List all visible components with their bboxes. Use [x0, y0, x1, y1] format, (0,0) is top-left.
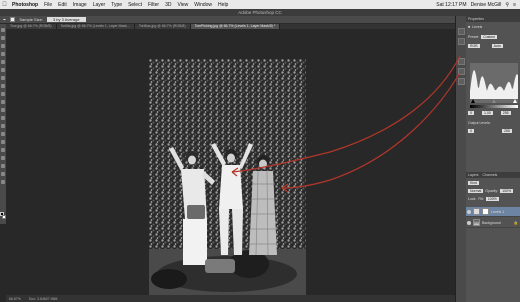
opacity-field[interactable]: 100% — [500, 189, 514, 193]
hand-tool-icon[interactable] — [1, 172, 5, 176]
menu-filter[interactable]: Filter — [145, 2, 162, 8]
output-min-field[interactable]: 0 — [468, 129, 474, 133]
levels-adjustment-thumb — [473, 208, 480, 215]
options-bar: ✒ Sample Size: 3 by 3 Average — [0, 16, 455, 24]
eye-icon[interactable] — [467, 220, 471, 225]
menu-window[interactable]: Window — [191, 2, 215, 8]
levels-histogram — [470, 63, 518, 103]
tab-channels[interactable]: Channels — [483, 172, 498, 178]
properties-subtitle: Levels — [472, 25, 483, 29]
panel-icon-strip — [455, 16, 466, 302]
layers-panel-header: Layers Channels — [466, 172, 520, 178]
window-title: Adobe Photoshop CC — [0, 9, 520, 16]
preset-label: Preset: — [468, 35, 480, 39]
eyedropper-tool-icon[interactable]: ✒ — [3, 17, 6, 22]
menu-file[interactable]: File — [41, 2, 55, 8]
menu-help[interactable]: Help — [215, 2, 231, 8]
layer-row-levels[interactable]: Levels 1 — [466, 207, 520, 217]
zoom-tool-icon[interactable] — [1, 180, 5, 184]
auto-button[interactable]: Auto — [491, 44, 503, 48]
channel-select[interactable]: RGB — [468, 44, 480, 48]
gray-point-eyedropper-icon[interactable] — [458, 68, 465, 75]
background-layer-thumb — [473, 219, 480, 226]
menu-bar:  Photoshop File Edit Image Layer Type S… — [0, 0, 520, 9]
lasso-tool-icon[interactable] — [1, 44, 5, 48]
eye-icon[interactable] — [467, 209, 471, 214]
history-panel-icon[interactable] — [458, 28, 465, 35]
doc-size: Doc: 3.64M/7.96M — [28, 296, 58, 301]
clock[interactable]: Sat 12:17 PM — [436, 2, 466, 8]
menu-list-icon[interactable]: ≡ — [513, 2, 516, 8]
blur-tool-icon[interactable] — [1, 124, 5, 128]
levels-adjustment-icon: ■ — [468, 25, 471, 29]
fill-label: Fill: — [478, 197, 484, 201]
sample-size-label: Sample Size: — [19, 17, 43, 22]
lock-icon: 🔒 — [513, 220, 518, 225]
blend-mode-select[interactable]: Normal — [468, 189, 484, 193]
menu-layer[interactable]: Layer — [90, 2, 109, 8]
menu-type[interactable]: Type — [108, 2, 125, 8]
input-mid-field[interactable]: 1.00 — [481, 111, 493, 115]
white-point-eyedropper-icon[interactable] — [458, 78, 465, 85]
right-panels: Properties ■ Levels Preset: Custom RGB A… — [466, 16, 520, 302]
clone-stamp-tool-icon[interactable] — [1, 92, 5, 96]
output-levels-gradient[interactable] — [470, 105, 518, 108]
properties-tab[interactable]: Properties — [468, 16, 484, 22]
menu-image[interactable]: Image — [70, 2, 90, 8]
shadow-input-slider[interactable] — [471, 99, 475, 103]
dodge-tool-icon[interactable] — [1, 132, 5, 136]
output-levels-label: Output Levels: — [468, 121, 491, 125]
canvas-area[interactable] — [6, 29, 455, 299]
sampler-eyedropper-icon[interactable] — [458, 58, 465, 65]
tool-preset-picker[interactable] — [10, 17, 16, 22]
eraser-tool-icon[interactable] — [1, 108, 5, 112]
layer-name[interactable]: Background — [482, 221, 501, 225]
output-max-field[interactable]: 255 — [501, 129, 512, 133]
menu-select[interactable]: Select — [125, 2, 145, 8]
zoom-level[interactable]: 66.67% — [9, 297, 21, 301]
properties-panel: ■ Levels Preset: Custom RGB Auto 0 1.00 … — [466, 25, 520, 165]
marquee-tool-icon[interactable] — [1, 36, 5, 40]
spotlight-icon[interactable]: ⚲ — [505, 2, 509, 8]
pen-tool-icon[interactable] — [1, 140, 5, 144]
menu-view[interactable]: View — [175, 2, 192, 8]
sample-size-select[interactable]: 3 by 3 Average — [46, 17, 86, 22]
tab-layers[interactable]: Layers — [468, 172, 479, 178]
move-tool-icon[interactable] — [1, 28, 5, 32]
midtone-input-slider[interactable] — [492, 99, 496, 103]
fill-field[interactable]: 100% — [485, 197, 499, 201]
opacity-label: Opacity: — [485, 189, 499, 193]
layer-name[interactable]: Levels 1 — [491, 210, 504, 214]
document-photo[interactable] — [149, 59, 306, 299]
user-name[interactable]: Denise McGill — [471, 2, 502, 8]
healing-brush-tool-icon[interactable] — [1, 76, 5, 80]
lock-label: Lock: — [468, 197, 477, 201]
layers-panel: Layers Channels Kind Normal Opacity: 100… — [466, 172, 520, 302]
preset-select[interactable]: Custom — [481, 35, 498, 39]
menu-3d[interactable]: 3D — [162, 2, 174, 8]
history-brush-tool-icon[interactable] — [1, 100, 5, 104]
brush-tool-icon[interactable] — [1, 84, 5, 88]
layer-filter-kind[interactable]: Kind — [468, 181, 480, 185]
input-highlight-field[interactable]: 255 — [500, 111, 511, 115]
crop-tool-icon[interactable] — [1, 60, 5, 64]
path-selection-tool-icon[interactable] — [1, 156, 5, 160]
layer-mask-thumb[interactable] — [482, 208, 489, 215]
menu-edit[interactable]: Edit — [55, 2, 70, 8]
shape-tool-icon[interactable] — [1, 164, 5, 168]
gradient-tool-icon[interactable] — [1, 116, 5, 120]
menu-app-name[interactable]: Photoshop — [9, 2, 41, 8]
type-tool-icon[interactable] — [1, 148, 5, 152]
actions-panel-icon[interactable] — [458, 38, 465, 45]
properties-header: Properties — [466, 16, 520, 22]
quick-select-tool-icon[interactable] — [1, 52, 5, 56]
status-bar: 66.67% Doc: 3.64M/7.96M — [6, 295, 455, 302]
highlight-input-slider[interactable] — [513, 99, 517, 103]
eyedropper-tool-icon[interactable] — [1, 68, 5, 72]
input-shadow-field[interactable]: 0 — [468, 111, 474, 115]
apple-menu-icon[interactable]:  — [0, 2, 9, 8]
layer-row-background[interactable]: Background 🔒 — [466, 218, 520, 228]
